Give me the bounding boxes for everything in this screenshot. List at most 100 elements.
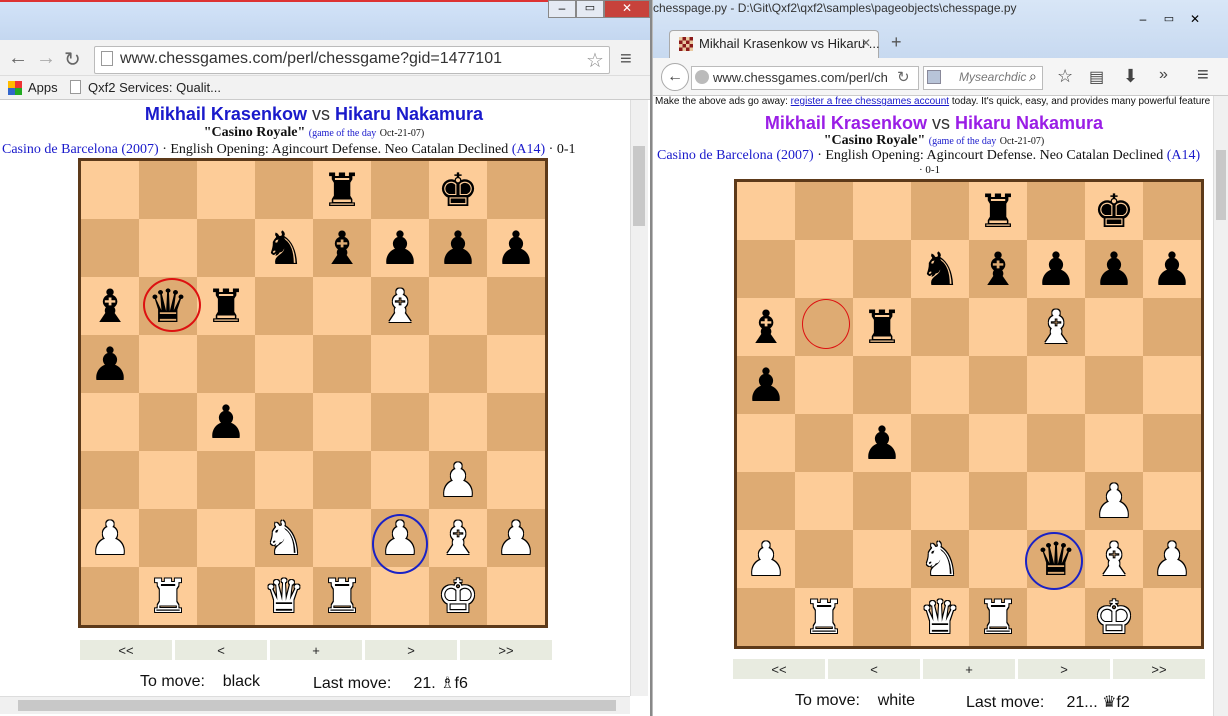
square-b7[interactable] (139, 219, 197, 277)
square-g2[interactable]: ♝ (1085, 530, 1143, 588)
black-pawn-icon[interactable]: ♟ (1035, 246, 1076, 292)
square-d8[interactable] (911, 182, 969, 240)
square-g7[interactable]: ♟ (1085, 240, 1143, 298)
square-e6[interactable] (969, 298, 1027, 356)
square-c2[interactable] (853, 530, 911, 588)
square-a2[interactable]: ♟ (737, 530, 795, 588)
square-e3[interactable] (969, 472, 1027, 530)
menu-icon[interactable]: ≡ (1197, 64, 1209, 87)
square-h8[interactable] (1143, 182, 1201, 240)
square-c4[interactable]: ♟ (197, 393, 255, 451)
square-g7[interactable]: ♟ (429, 219, 487, 277)
square-e2[interactable] (969, 530, 1027, 588)
black-pawn-icon[interactable]: ♟ (745, 362, 786, 408)
apps-icon[interactable] (8, 81, 22, 95)
square-h5[interactable] (1143, 356, 1201, 414)
square-d5[interactable] (911, 356, 969, 414)
white-rook-icon[interactable]: ♜ (977, 594, 1018, 640)
scrollbar-thumb[interactable] (633, 146, 645, 226)
square-f7[interactable]: ♟ (1027, 240, 1085, 298)
black-pawn-icon[interactable]: ♟ (437, 225, 478, 271)
square-b3[interactable] (139, 451, 197, 509)
square-h2[interactable]: ♟ (487, 509, 545, 567)
black-bishop-icon[interactable]: ♝ (321, 225, 362, 271)
square-f5[interactable] (371, 335, 429, 393)
last-move-button[interactable]: >> (460, 640, 552, 660)
square-e6[interactable] (313, 277, 371, 335)
square-d4[interactable] (911, 414, 969, 472)
square-a8[interactable] (81, 161, 139, 219)
square-a6[interactable]: ♝ (81, 277, 139, 335)
square-h3[interactable] (1143, 472, 1201, 530)
square-a3[interactable] (81, 451, 139, 509)
square-d2[interactable]: ♞ (255, 509, 313, 567)
square-a4[interactable] (737, 414, 795, 472)
black-pawn-icon[interactable]: ♟ (1151, 246, 1192, 292)
forward-icon[interactable]: → (36, 47, 56, 70)
white-queen-icon[interactable]: ♛ (263, 573, 304, 619)
white-pawn-icon[interactable]: ♟ (745, 536, 786, 582)
gotd-link[interactable]: (game of the day (929, 136, 996, 147)
eco-link[interactable]: (A14) (512, 142, 545, 157)
maximize-button[interactable]: ▭ (576, 0, 604, 18)
square-h4[interactable] (487, 393, 545, 451)
square-f8[interactable] (371, 161, 429, 219)
white-queen-icon[interactable]: ♛ (919, 594, 960, 640)
white-rook-icon[interactable]: ♜ (147, 573, 188, 619)
flip-board-button[interactable]: + (270, 640, 362, 660)
black-rook-icon[interactable]: ♜ (977, 188, 1018, 234)
reading-list-icon[interactable]: ▤ (1089, 67, 1104, 87)
square-c3[interactable] (853, 472, 911, 530)
square-b8[interactable] (139, 161, 197, 219)
square-h1[interactable] (487, 567, 545, 625)
square-e4[interactable] (313, 393, 371, 451)
square-a1[interactable] (737, 588, 795, 646)
square-a2[interactable]: ♟ (81, 509, 139, 567)
eco-link[interactable]: (A14) (1167, 148, 1200, 163)
square-d8[interactable] (255, 161, 313, 219)
square-g8[interactable]: ♚ (1085, 182, 1143, 240)
square-b4[interactable] (139, 393, 197, 451)
square-g2[interactable]: ♝ (429, 509, 487, 567)
square-d4[interactable] (255, 393, 313, 451)
square-f3[interactable] (1027, 472, 1085, 530)
square-a3[interactable] (737, 472, 795, 530)
square-g4[interactable] (429, 393, 487, 451)
square-g1[interactable]: ♚ (429, 567, 487, 625)
black-pawn-icon[interactable]: ♟ (205, 399, 246, 445)
square-c5[interactable] (197, 335, 255, 393)
square-e2[interactable] (313, 509, 371, 567)
square-e7[interactable]: ♝ (313, 219, 371, 277)
square-h5[interactable] (487, 335, 545, 393)
white-player-link[interactable]: Mikhail Krasenkow (765, 113, 927, 133)
square-h3[interactable] (487, 451, 545, 509)
chess-board[interactable]: ♜ ♚ ♞ ♝ ♟ ♟ ♟ ♝ ♜ ♝ ♟ ♟ ♟ ♟ ♞ ♛ ♝ ♟ ♜ ♛ ♜ ♚ (734, 179, 1204, 649)
square-g6[interactable] (1085, 298, 1143, 356)
tab-close-icon[interactable]: ✕ (861, 36, 871, 50)
white-bishop-icon[interactable]: ♝ (1093, 536, 1134, 582)
black-bishop-icon[interactable]: ♝ (89, 283, 130, 329)
bookmark-star-icon[interactable]: ☆ (1057, 66, 1073, 87)
square-a4[interactable] (81, 393, 139, 451)
square-h8[interactable] (487, 161, 545, 219)
back-icon[interactable]: ← (661, 63, 689, 91)
white-bishop-icon[interactable]: ♝ (379, 283, 420, 329)
white-king-icon[interactable]: ♚ (1093, 594, 1134, 640)
square-c2[interactable] (197, 509, 255, 567)
square-f8[interactable] (1027, 182, 1085, 240)
bookmark-star-icon[interactable]: ☆ (586, 48, 604, 73)
flip-board-button[interactable]: + (923, 659, 1015, 679)
square-g3[interactable]: ♟ (1085, 472, 1143, 530)
last-move-button[interactable]: >> (1113, 659, 1205, 679)
square-a5[interactable]: ♟ (81, 335, 139, 393)
menu-icon[interactable]: ≡ (620, 48, 632, 71)
square-b1[interactable]: ♜ (795, 588, 853, 646)
square-e1[interactable]: ♜ (969, 588, 1027, 646)
gotd-link[interactable]: (game of the day (309, 128, 376, 139)
white-knight-icon[interactable]: ♞ (919, 536, 960, 582)
square-e8[interactable]: ♜ (969, 182, 1027, 240)
square-g8[interactable]: ♚ (429, 161, 487, 219)
square-g5[interactable] (1085, 356, 1143, 414)
search-input[interactable]: Mysearchdic (959, 70, 1026, 84)
square-h2[interactable]: ♟ (1143, 530, 1201, 588)
